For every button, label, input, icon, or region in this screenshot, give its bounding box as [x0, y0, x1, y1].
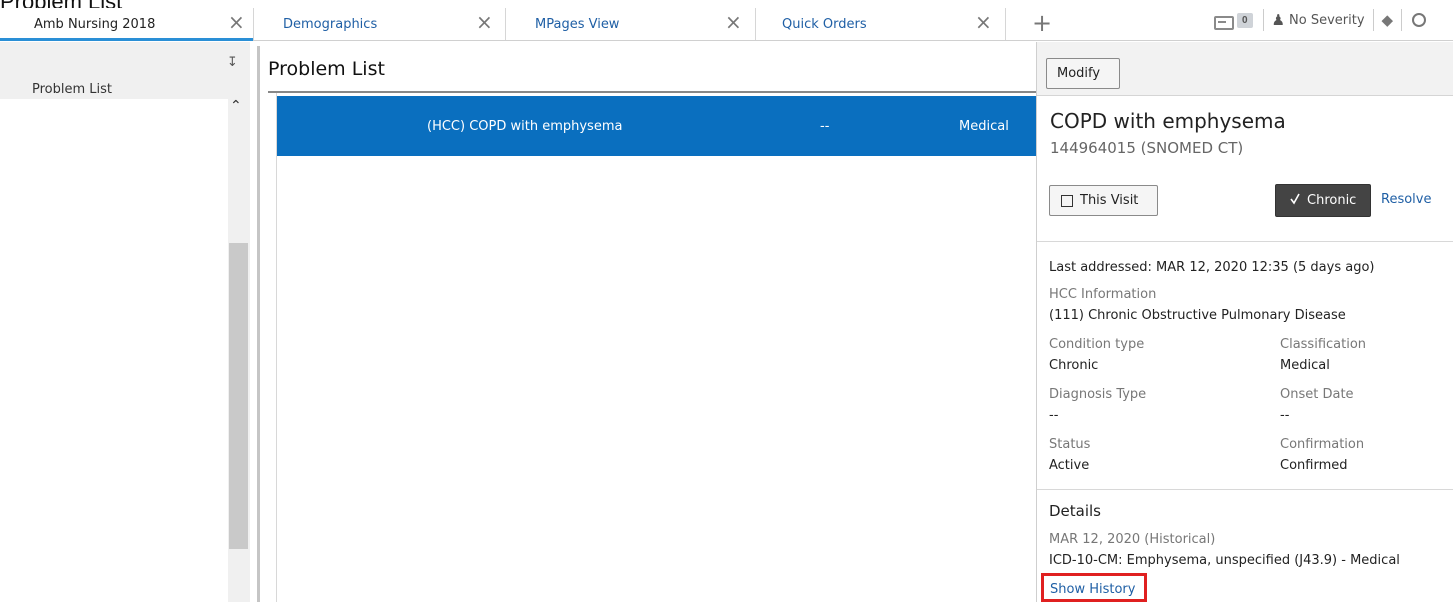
- status-label: Status: [1049, 437, 1091, 452]
- panel-divider[interactable]: [257, 46, 260, 602]
- tab-label: MPages View: [535, 17, 620, 32]
- show-history-link[interactable]: Show History: [1041, 573, 1147, 602]
- pin-icon[interactable]: ↧: [227, 54, 238, 70]
- modify-button[interactable]: Modify: [1046, 58, 1120, 89]
- left-tab-problem-list[interactable]: Problem List: [32, 82, 112, 97]
- tab-label: Quick Orders: [782, 17, 867, 32]
- detail-panel: Modify COPD with emphysema 144964015 (SN…: [1036, 42, 1453, 602]
- tab-quick-orders[interactable]: Quick Orders ×: [756, 8, 1006, 40]
- left-tab-header[interactable]: Problem List: [0, 42, 228, 97]
- message-count-badge[interactable]: 0: [1237, 12, 1253, 28]
- toolbar-divider: [1262, 9, 1264, 31]
- status-value: Active: [1049, 458, 1090, 473]
- confirmation-label: Confirmation: [1280, 437, 1365, 452]
- tag-icon[interactable]: ◆: [1382, 11, 1394, 29]
- onset-date-label: Onset Date: [1280, 387, 1354, 402]
- diagnosis-type-label: Diagnosis Type: [1049, 387, 1147, 402]
- problem-row-name: (HCC) COPD with emphysema: [427, 119, 623, 134]
- search-icon[interactable]: [1412, 13, 1427, 27]
- checkbox-icon: [1061, 195, 1073, 207]
- resolve-link[interactable]: Resolve: [1381, 192, 1431, 207]
- tab-mpages-view[interactable]: MPages View ×: [506, 8, 756, 40]
- problem-row-selected[interactable]: (HCC) COPD with emphysema -- Medical: [277, 96, 1036, 156]
- diagnosis-type-value: --: [1049, 408, 1059, 423]
- toolbar-right: 0 ♟ No Severity ◆: [1213, 8, 1427, 32]
- toolbar-divider: [1401, 9, 1403, 31]
- this-visit-label: This Visit: [1080, 193, 1139, 208]
- hcc-value: (111) Chronic Obstructive Pulmonary Dise…: [1049, 308, 1346, 323]
- chronic-button[interactable]: Chronic: [1275, 184, 1371, 217]
- tab-label: Demographics: [283, 17, 378, 32]
- last-addressed: Last addressed: MAR 12, 2020 12:35 (5 da…: [1049, 260, 1375, 275]
- add-tab-icon[interactable]: +: [1032, 8, 1052, 38]
- classification-value: Medical: [1280, 358, 1330, 373]
- hcc-label: HCC Information: [1049, 287, 1157, 302]
- details-date: MAR 12, 2020 (Historical): [1049, 532, 1216, 547]
- problem-row-classification: Medical: [959, 119, 1009, 134]
- details-heading: Details: [1049, 502, 1102, 520]
- problem-list-area: [276, 93, 1036, 602]
- section-divider: [1037, 241, 1453, 242]
- this-visit-button[interactable]: This Visit: [1049, 185, 1158, 216]
- problem-title: COPD with emphysema: [1050, 109, 1286, 133]
- close-icon[interactable]: ×: [975, 12, 992, 32]
- onset-date-value: --: [1280, 408, 1290, 423]
- tab-label: Amb Nursing 2018: [34, 17, 156, 32]
- classification-label: Classification: [1280, 337, 1367, 352]
- problem-row-middle: --: [820, 119, 830, 134]
- close-icon[interactable]: ×: [725, 12, 742, 32]
- scrollbar-thumb[interactable]: [229, 243, 248, 549]
- section-divider: [1037, 489, 1453, 490]
- condition-type-label: Condition type: [1049, 337, 1145, 352]
- center-title: Problem List: [268, 58, 385, 80]
- tab-amb-nursing[interactable]: Amb Nursing 2018 ×: [0, 8, 254, 41]
- details-icd: ICD-10-CM: Emphysema, unspecified (J43.9…: [1049, 553, 1400, 568]
- scroll-up-icon[interactable]: ⌃: [230, 97, 242, 114]
- left-list-area: [0, 99, 228, 602]
- severity-label[interactable]: No Severity: [1289, 13, 1365, 28]
- check-icon: [1290, 193, 1300, 205]
- detail-toolbar: Modify: [1037, 42, 1453, 96]
- confirmation-value: Confirmed: [1280, 458, 1348, 473]
- problem-code: 144964015 (SNOMED CT): [1050, 139, 1244, 157]
- tab-demographics[interactable]: Demographics ×: [254, 8, 506, 40]
- person-icon[interactable]: ♟: [1272, 11, 1285, 29]
- close-icon[interactable]: ×: [476, 12, 493, 32]
- condition-type-value: Chronic: [1049, 358, 1099, 373]
- chronic-label: Chronic: [1307, 193, 1357, 208]
- inbox-icon[interactable]: [1213, 13, 1234, 30]
- left-panel: Problem List ↧ ⌃: [0, 42, 250, 602]
- toolbar-divider: [1372, 9, 1374, 31]
- close-icon[interactable]: ×: [228, 12, 245, 32]
